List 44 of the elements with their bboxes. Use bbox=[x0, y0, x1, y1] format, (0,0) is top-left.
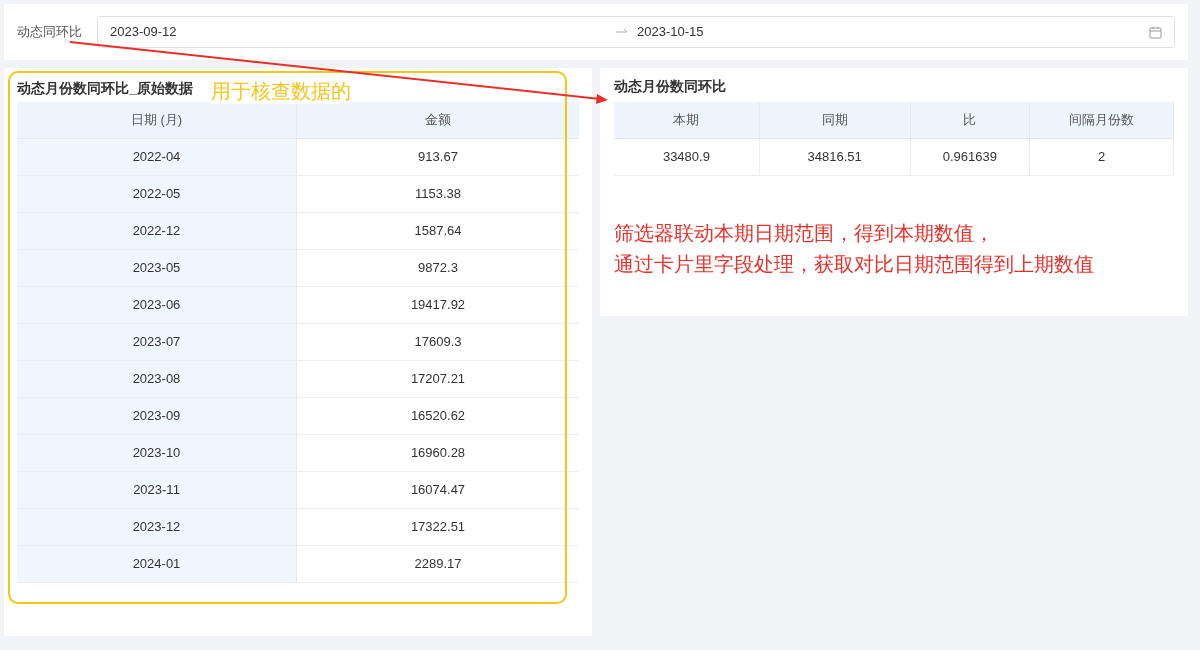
column-header: 同期 bbox=[759, 102, 911, 138]
table-cell-text: 9872.3 bbox=[417, 259, 459, 278]
column-header: 金额 bbox=[424, 111, 452, 130]
table-cell: 2023-09 bbox=[17, 398, 297, 434]
table-cell: 2022-04 bbox=[17, 139, 297, 175]
table-cell: 2022-12 bbox=[17, 213, 297, 249]
annotation-text: 筛选器联动本期日期范围，得到本期数值， bbox=[614, 221, 995, 246]
column-header: 比 bbox=[910, 102, 1031, 138]
start-date: 2023-09-12 bbox=[110, 23, 178, 42]
table-cell: 2023-06 bbox=[17, 287, 297, 323]
table-cell-text: 1153.38 bbox=[414, 185, 462, 204]
table-cell-text: 1587.64 bbox=[413, 222, 463, 241]
table-cell-text: 16074.47 bbox=[409, 481, 467, 500]
table-cell: 2023-10 bbox=[17, 435, 297, 471]
table-cell: 2022-05 bbox=[17, 176, 297, 212]
end-date: 2023-10-15 bbox=[637, 23, 705, 42]
column-header: 本期 bbox=[614, 102, 760, 138]
panel-title: 动态月份数同环比_原始数据 bbox=[17, 80, 193, 96]
table-cell: 2023-11 bbox=[17, 472, 297, 508]
table-cell: 33480.9 bbox=[614, 139, 760, 175]
table-cell-text: 16520.62 bbox=[409, 407, 467, 426]
table-cell-text: 16960.28 bbox=[409, 444, 467, 463]
table-cell: 2023-05 bbox=[17, 250, 297, 286]
table-cell: 34816.51 bbox=[759, 139, 911, 175]
table-cell: 2023-12 bbox=[17, 509, 297, 545]
table-cell-text: 17322.51 bbox=[409, 518, 467, 537]
arrow-right-icon bbox=[615, 28, 629, 36]
table-cell: 2023-07 bbox=[17, 324, 297, 360]
annotation-text: 用于核查数据的 bbox=[211, 78, 351, 104]
table-cell: 2 bbox=[1030, 139, 1174, 175]
annotation-text: 通过卡片里字段处理，获取对比日期范围得到上期数值 bbox=[614, 252, 1095, 277]
calendar-icon bbox=[1149, 25, 1162, 39]
date-range-field[interactable]: 2023-09-12 2023-10-15 bbox=[97, 16, 1175, 48]
table-cell-text: 17609.3 bbox=[413, 333, 463, 352]
table-cell-text: 17207.21 bbox=[409, 370, 467, 389]
table-cell-text: 913.67 bbox=[417, 148, 459, 167]
panel-title: 动态月份数同环比 bbox=[614, 77, 727, 96]
table-cell: 2024-01 bbox=[17, 546, 297, 582]
column-header: 间隔月份数 bbox=[1030, 102, 1174, 138]
table-cell: 0.961639 bbox=[910, 139, 1031, 175]
table-cell: 2023-08 bbox=[17, 361, 297, 397]
filter-label: 动态同环比 bbox=[17, 23, 83, 42]
table-cell-text: 2289.17 bbox=[413, 555, 463, 574]
table-cell-text: 19417.92 bbox=[409, 296, 467, 315]
